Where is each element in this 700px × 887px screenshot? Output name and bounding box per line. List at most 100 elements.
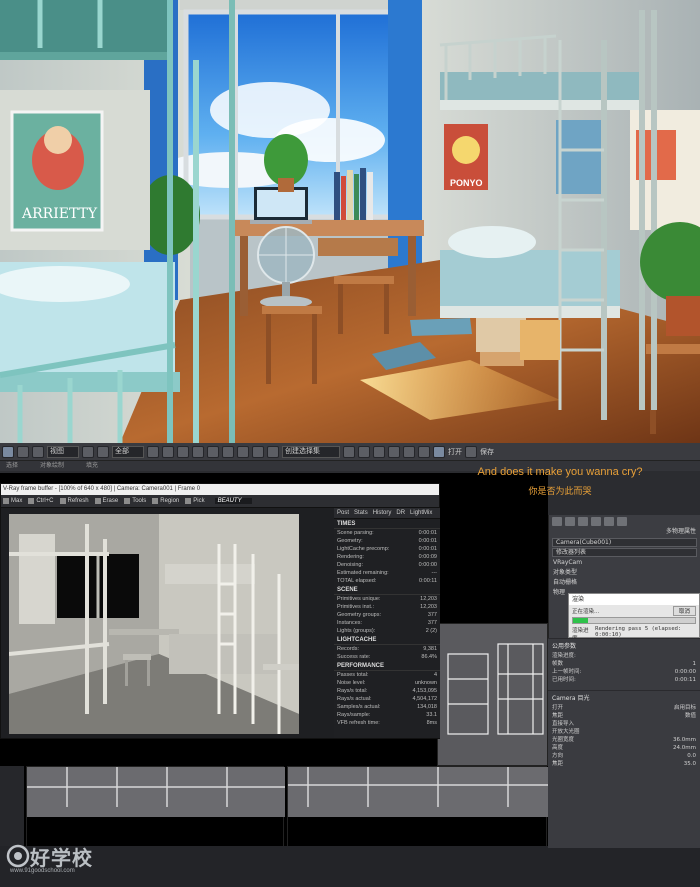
vfb-erase-button[interactable]: Erase [94,498,118,504]
stats-tab-bar: Post Stats History DR LightMix [334,508,440,519]
material-editor-icon[interactable] [403,445,415,458]
chain-link-icon[interactable] [252,445,264,458]
undo-icon[interactable] [2,445,14,458]
object-name-field[interactable]: Camera(Cube001) [552,538,697,547]
render-icon[interactable] [433,445,445,458]
named-selection-dropdown[interactable]: 创建选择集 [282,445,340,458]
camera-param-row: 打开 启用目标 [548,704,700,712]
toolbar-label-open[interactable]: 打开 [448,447,462,457]
tab-post[interactable]: Post [337,508,349,518]
render-parameters-panel: 公用参数 渲染进度: 帧数 1 上一帧时间: 0:00:00 已用时间: 0:00:11 C… [548,638,700,848]
select-filter-dropdown[interactable]: 全部 [112,445,144,458]
camera-param-key: 光圈宽度 [552,737,575,743]
vfb-max-button[interactable]: Max [3,498,22,504]
align-icon[interactable] [358,445,370,458]
stat-perf-row: Rays/s actual: 4,504,172 [334,695,440,703]
stat-perf-row: Passes total: 4 [334,671,440,679]
camera-param-key: 方向 [552,753,564,759]
subbar-label-select: 选择 [6,463,19,469]
stat-perf-value: 4,504,172 [412,696,437,702]
vfb-pick-button[interactable]: Pick [185,498,205,504]
link-icon[interactable] [32,445,44,458]
common-param-value: 0:00:00 [674,669,696,675]
unlink-icon[interactable] [267,445,279,458]
camera-param-key: 焦距 [552,761,564,767]
percent-snap-icon[interactable] [222,445,234,458]
wireframe-bunk-icon [447,643,544,735]
scale-icon[interactable] [177,445,189,458]
ponyo-poster-text: PONYO [450,178,483,188]
3dsmax-workspace: 视图 全部 创建选择集 打开 保存 选择 对象绘制 填充 And does it… [0,443,700,887]
camera-rollout-heading[interactable]: Camera 目光 [548,690,700,704]
tools-icon [124,498,131,504]
redo-icon[interactable] [17,445,29,458]
select-region-icon[interactable] [97,445,109,458]
camera-param-row: 开放大光圈 [548,728,700,736]
vfb-copy-button[interactable]: Ctrl+C [28,498,54,504]
render-progress-dialog[interactable]: 渲染 正在渲染... 取消 渲染进度 Rendering pass 5 (ela… [568,593,700,642]
snap-icon[interactable] [192,445,204,458]
vfb-region-label: Region [160,498,180,504]
vfb-title-bar[interactable]: V-Ray frame buffer - [100% of 640 x 480]… [1,484,439,495]
render-cancel-button[interactable]: 取消 [672,606,696,616]
vfb-tools-button[interactable]: Tools [124,498,146,504]
vfb-refresh-button[interactable]: Refresh [59,498,89,504]
stat-times-value: 0:00:11 [419,578,437,584]
arrietty-poster-text: ARRIETTY [21,206,98,222]
curve-editor-icon[interactable] [388,445,400,458]
spinner-snap-icon[interactable] [237,445,249,458]
vfb-refresh-label: Refresh [67,498,89,504]
stat-times-key: Rendering: [337,554,364,560]
stat-perf-key: Passes total: [337,672,369,678]
vfb-channel-dropdown[interactable]: BEAUTY [214,498,252,504]
render-setup-icon[interactable] [418,445,430,458]
stat-perf-value: unknown [414,680,437,686]
render-dialog-label: 正在渲染... [572,609,600,615]
rotate-icon[interactable] [162,445,174,458]
tab-history[interactable]: History [373,508,392,518]
move-icon[interactable] [147,445,159,458]
hierarchy-tab-icon[interactable] [578,517,588,526]
common-param-key: 上一帧时间: [552,669,582,675]
render-dialog-title[interactable]: 渲染 [569,594,699,605]
stat-times-key: Denoising: [337,562,363,568]
vfb-region-button[interactable]: Region [152,498,179,504]
stat-scene-row: Lights (groups): 2 (2) [334,627,440,635]
stat-times-value: --- [431,570,438,576]
camera-param-row: 高度 24.0mm [548,744,700,752]
utilities-tab-icon[interactable] [617,517,627,526]
angle-snap-icon[interactable] [207,445,219,458]
view-dropdown[interactable]: 视图 [47,445,79,458]
toolbar-label-save[interactable]: 保存 [480,447,494,457]
stat-scene-row: Geometry groups: 377 [334,611,440,619]
camera-params-rows: 打开 启用目标 焦距 数值 直接导入 开放大光圈 光圈宽度 36.0mm 高度 24.0mm 方向 0… [548,704,700,768]
tab-stats[interactable]: Stats [354,508,368,518]
subtitle-english: And does it make you wanna cry? [477,466,643,478]
stat-times-row: TOTAL elapsed: 0:00:11 [334,577,440,585]
common-params-heading[interactable]: 公用参数 [548,638,700,652]
lock-icon[interactable] [465,445,477,458]
viewport-perspective-wireframe[interactable] [437,623,548,766]
modifier-list-dropdown[interactable]: 修改器列表 [552,548,697,557]
motion-tab-icon[interactable] [591,517,601,526]
layer-icon[interactable] [373,445,385,458]
mirror-icon[interactable] [343,445,355,458]
display-tab-icon[interactable] [604,517,614,526]
vray-frame-buffer[interactable]: V-Ray frame buffer - [100% of 640 x 480]… [0,483,440,739]
stat-perf-row: VFB refresh time: 8ms [334,719,440,727]
stat-perf-value: 33.1 [426,712,437,718]
stat-times-row: Denoising: 0:00:00 [334,561,440,569]
stat-lightcache-key: Success rate: [337,654,371,660]
stat-times-key: Estimated remaining: [337,570,389,576]
modify-tab-icon[interactable] [565,517,575,526]
stat-scene-key: Primitives unique: [337,596,381,602]
tab-dr[interactable]: DR [396,508,405,518]
create-tab-icon[interactable] [552,517,562,526]
dorm-room-artwork: ARRIETTY PONYO [0,0,700,443]
stat-times-row: LightCache precomp: 0:00:01 [334,545,440,553]
tab-lightmix[interactable]: LightMix [410,508,432,518]
select-icon[interactable] [82,445,94,458]
param-line-2[interactable]: 自动栅格 [549,578,700,588]
camera-param-key: 焦距 [552,713,564,719]
max-icon [3,498,9,504]
